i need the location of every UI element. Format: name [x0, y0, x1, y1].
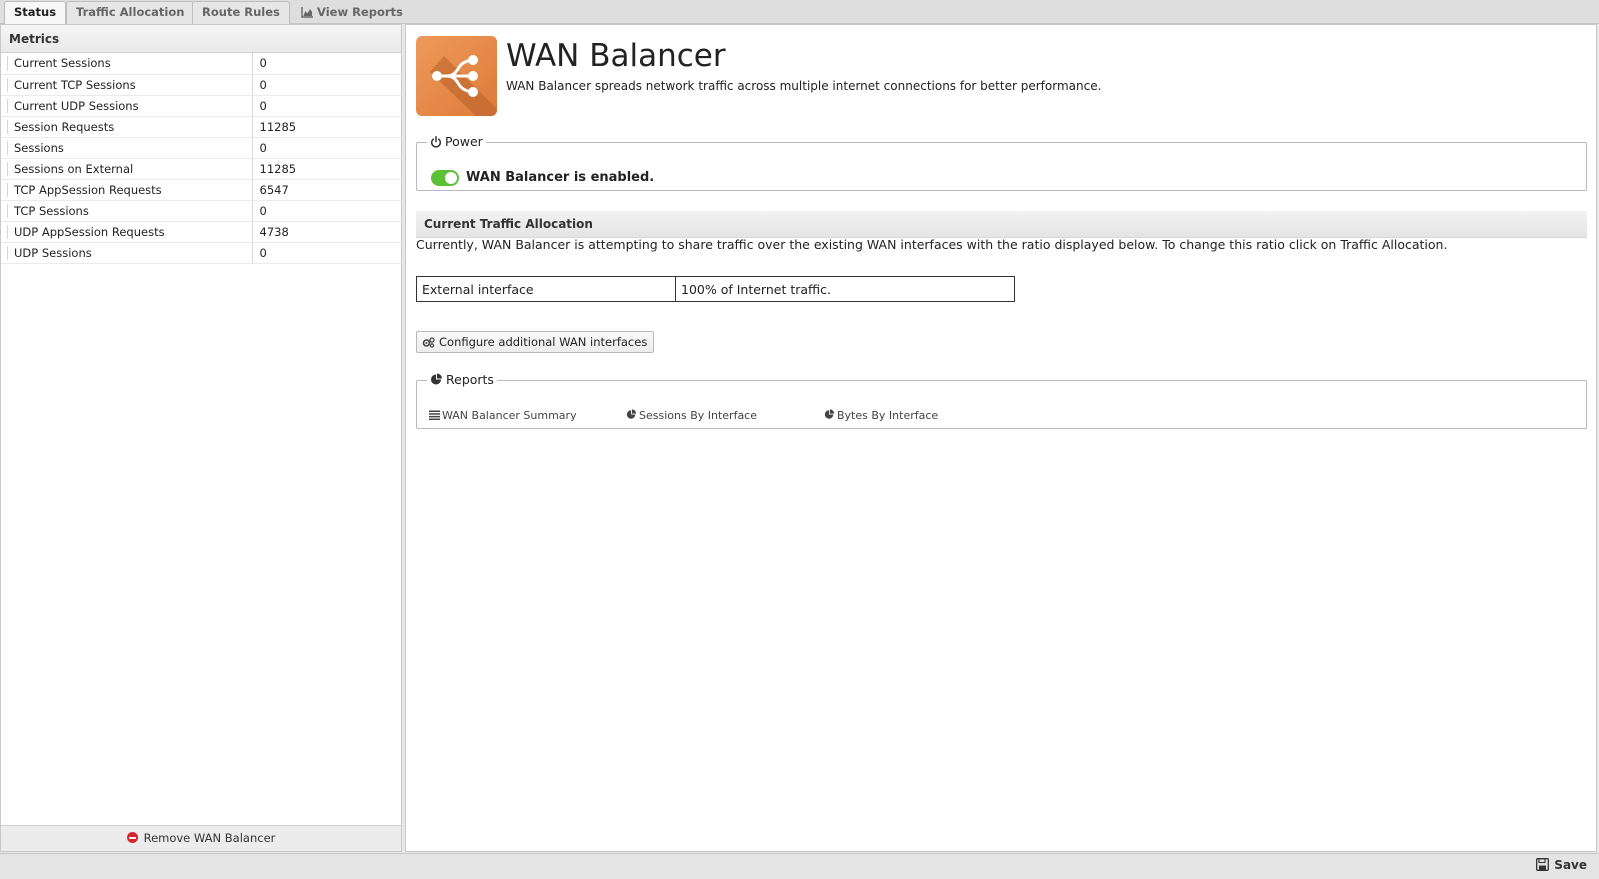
tab-traffic-allocation[interactable]: Traffic Allocation — [66, 1, 195, 24]
report-link-bytes-by-interface[interactable]: Bytes By Interface — [824, 409, 938, 423]
configure-wan-interfaces-label: Configure additional WAN interfaces — [439, 335, 648, 349]
table-row: Current UDP Sessions 0 — [1, 95, 402, 117]
table-row: TCP AppSession Requests 6547 — [1, 179, 402, 201]
metric-value: 0 — [252, 137, 402, 159]
traffic-allocation-description: Currently, WAN Balancer is attempting to… — [416, 237, 1448, 252]
metric-name: TCP Sessions — [1, 200, 253, 222]
floppy-disk-icon — [1536, 858, 1550, 874]
tab-view-reports-label: View Reports — [317, 5, 403, 19]
remove-app-button[interactable]: Remove WAN Balancer — [1, 825, 401, 851]
reports-legend-label: Reports — [446, 372, 494, 387]
report-link-wan-balancer-summary[interactable]: WAN Balancer Summary — [429, 409, 577, 423]
save-label: Save — [1554, 858, 1587, 872]
power-toggle[interactable] — [431, 170, 459, 186]
metric-value: 0 — [252, 74, 402, 96]
metric-name: Current TCP Sessions — [1, 74, 253, 96]
allocation-share: 100% of Internet traffic. — [675, 276, 1015, 302]
report-link-label: WAN Balancer Summary — [442, 409, 577, 422]
tab-view-reports[interactable]: View Reports — [291, 1, 413, 24]
metric-name: Sessions — [1, 137, 253, 159]
metric-value: 0 — [252, 53, 402, 75]
pie-chart-icon — [430, 373, 443, 389]
table-row: UDP AppSession Requests 4738 — [1, 221, 402, 243]
metric-value: 6547 — [252, 179, 402, 201]
report-link-label: Sessions By Interface — [639, 409, 757, 422]
allocation-interface: External interface — [416, 276, 676, 302]
table-row: Session Requests 11285 — [1, 116, 402, 138]
metric-value: 0 — [252, 200, 402, 222]
metric-name: UDP Sessions — [1, 242, 253, 264]
save-button[interactable]: Save — [1536, 858, 1587, 874]
power-legend: Power — [427, 134, 486, 151]
metric-name: Session Requests — [1, 116, 253, 138]
table-row: External interface 100% of Internet traf… — [416, 276, 1015, 302]
wan-balancer-icon — [416, 36, 497, 116]
tab-bar: Status Traffic Allocation Route Rules Vi… — [0, 0, 1599, 25]
allocation-table: External interface 100% of Internet traf… — [416, 276, 1015, 302]
metric-name: UDP AppSession Requests — [1, 221, 253, 243]
table-row: Current TCP Sessions 0 — [1, 74, 402, 96]
table-row: Sessions 0 — [1, 137, 402, 159]
pie-chart-icon — [824, 409, 835, 423]
metric-name: Current Sessions — [1, 53, 253, 75]
power-icon — [430, 136, 442, 151]
reports-legend: Reports — [427, 372, 497, 389]
report-link-label: Bytes By Interface — [837, 409, 939, 422]
report-link-sessions-by-interface[interactable]: Sessions By Interface — [626, 409, 757, 423]
table-row: Sessions on External 11285 — [1, 158, 402, 180]
bottom-toolbar: Save — [0, 853, 1599, 879]
metrics-panel: Metrics Current Sessions 0 Current TCP Se… — [0, 24, 402, 852]
metric-name: TCP AppSession Requests — [1, 179, 253, 201]
table-row: UDP Sessions 0 — [1, 242, 402, 264]
metrics-table: Current Sessions 0 Current TCP Sessions 0 … — [1, 53, 402, 264]
tab-route-rules[interactable]: Route Rules — [192, 1, 290, 24]
metric-name: Current UDP Sessions — [1, 95, 253, 117]
power-legend-label: Power — [445, 134, 483, 149]
tab-status[interactable]: Status — [4, 1, 67, 25]
page-title: WAN Balancer — [506, 38, 726, 74]
remove-icon — [126, 832, 138, 843]
tab-traffic-allocation-label: Traffic Allocation — [76, 5, 185, 19]
metric-value: 11285 — [252, 116, 402, 138]
gears-icon — [422, 334, 435, 354]
reports-fieldset: Reports WAN Balancer Summary Sessions By… — [416, 372, 1587, 429]
metrics-header: Metrics — [1, 25, 401, 53]
metric-value: 4738 — [252, 221, 402, 243]
main-panel: WAN Balancer WAN Balancer spreads networ… — [405, 24, 1597, 852]
power-status-text: WAN Balancer is enabled. — [466, 170, 655, 185]
pie-chart-icon — [626, 409, 637, 423]
metric-value: 11285 — [252, 158, 402, 180]
metric-value: 0 — [252, 95, 402, 117]
app-description: WAN Balancer spreads network traffic acr… — [506, 79, 1102, 93]
tab-status-label: Status — [14, 5, 57, 19]
area-chart-icon — [301, 4, 313, 25]
configure-wan-interfaces-button[interactable]: Configure additional WAN interfaces — [416, 331, 655, 354]
table-row: Current Sessions 0 — [1, 53, 402, 75]
power-fieldset: Power WAN Balancer is enabled. — [416, 134, 1587, 191]
metric-value: 0 — [252, 242, 402, 264]
tab-route-rules-label: Route Rules — [202, 5, 280, 19]
list-icon — [429, 410, 440, 423]
remove-app-label: Remove WAN Balancer — [143, 831, 276, 845]
traffic-allocation-header: Current Traffic Allocation — [416, 211, 1587, 238]
metric-name: Sessions on External — [1, 158, 253, 180]
table-row: TCP Sessions 0 — [1, 200, 402, 222]
